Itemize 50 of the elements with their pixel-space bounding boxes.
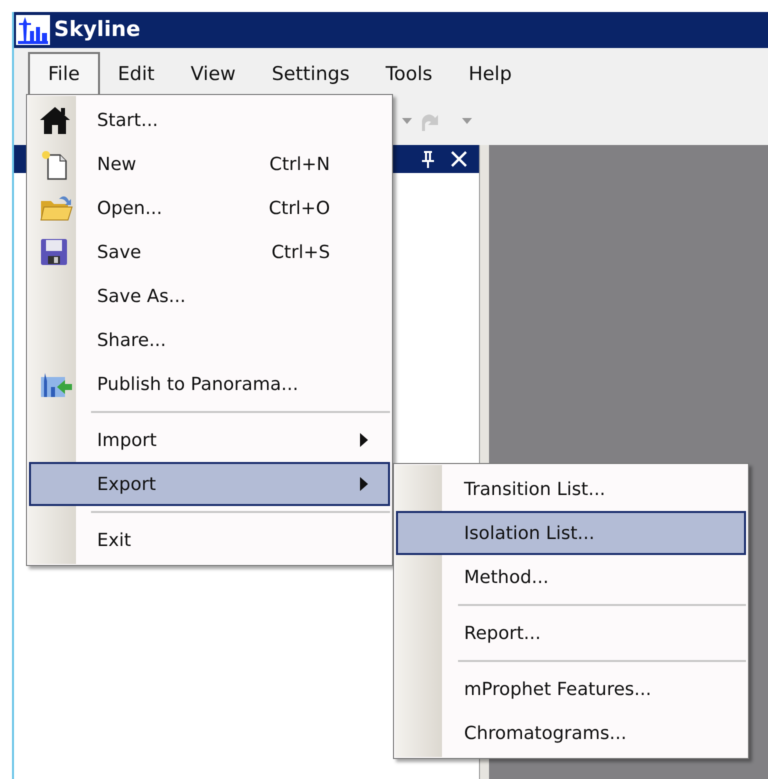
menu-item-label: mProphet Features... — [464, 678, 652, 702]
menu-item-label: Transition List... — [464, 478, 606, 502]
submenu-arrow-icon — [360, 477, 368, 491]
menu-item[interactable]: Method... — [396, 555, 746, 599]
menu-bar-item[interactable]: Settings — [254, 54, 368, 96]
pin-icon[interactable] — [421, 150, 435, 168]
menu-item-label: Report... — [464, 622, 541, 646]
skyline-logo-icon — [16, 15, 50, 45]
menu-item[interactable]: Share... — [29, 318, 390, 362]
menu-item-label: Share... — [97, 328, 166, 352]
close-icon[interactable] — [451, 151, 467, 167]
menu-item[interactable]: Open... Ctrl+O — [29, 186, 390, 230]
menu-bar-item[interactable]: Help — [450, 54, 530, 96]
menu-item[interactable]: Import — [29, 418, 390, 462]
menu-item-label: Isolation List... — [464, 522, 595, 546]
menu-item[interactable]: Report... — [396, 611, 746, 655]
dropdown-caret-icon — [402, 118, 412, 124]
menu-item[interactable]: mProphet Features... — [396, 667, 746, 711]
menu-item[interactable]: Chromatograms... — [396, 711, 746, 755]
menu-item[interactable]: Publish to Panorama... — [29, 362, 390, 406]
menu-item[interactable]: New Ctrl+N — [29, 142, 390, 186]
menu-item-label: Publish to Panorama... — [97, 372, 298, 396]
menu-item-label: Import — [97, 428, 157, 452]
menu-bar-item[interactable]: File — [28, 52, 100, 96]
shortcut-label: Ctrl+S — [271, 240, 330, 264]
menu-item[interactable]: Start... — [29, 98, 390, 142]
menu-item[interactable]: Exit — [29, 518, 390, 562]
home-icon — [39, 105, 71, 135]
menu-item[interactable]: Isolation List... — [396, 511, 746, 555]
menu-bar-item[interactable]: View — [172, 54, 254, 96]
menu-item[interactable]: Save Ctrl+S — [29, 230, 390, 274]
shortcut-label: Ctrl+N — [269, 152, 330, 176]
menu-item-label: Chromatograms... — [464, 722, 627, 746]
shortcut-label: Ctrl+O — [268, 196, 330, 220]
menu-item-label: Open... — [97, 196, 162, 220]
menu-bar-item[interactable]: Edit — [100, 54, 173, 96]
menu-item-label: New — [97, 152, 136, 176]
menu-item-label: Start... — [97, 108, 158, 132]
window-title: Skyline — [54, 16, 140, 44]
menu-item-label: Save As... — [97, 284, 186, 308]
menu-item-label: Exit — [97, 528, 132, 552]
menu-item[interactable]: Save As... — [29, 274, 390, 318]
dropdown-caret-icon — [462, 118, 472, 124]
menu-bar-item[interactable]: Tools — [368, 54, 450, 96]
menu-item-label: Save — [97, 240, 142, 264]
menu-item-label: Export — [97, 472, 156, 496]
menu-item[interactable]: Export — [29, 462, 390, 506]
menu-item-label: Method... — [464, 566, 549, 590]
submenu-arrow-icon — [360, 433, 368, 447]
menu-item[interactable]: Transition List... — [396, 467, 746, 511]
